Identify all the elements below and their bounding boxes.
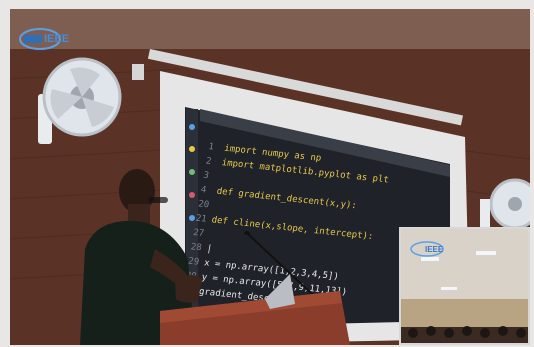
- editor-debug-icon: [189, 192, 195, 198]
- inset-light: [441, 287, 457, 290]
- editor-extensions-icon: [189, 215, 195, 221]
- inset-light: [421, 257, 439, 261]
- wall-switch: [132, 64, 144, 80]
- microphone-head: [244, 231, 250, 235]
- inset-audience-photo: IEEE: [401, 229, 528, 343]
- code-line-number: 27: [192, 228, 205, 239]
- code-line-number: 28: [190, 242, 203, 253]
- code-line-number: 21: [195, 214, 208, 225]
- editor-search-icon: [189, 146, 195, 152]
- code-line-number: 20: [197, 199, 210, 210]
- inset-light: [476, 251, 496, 255]
- editor-file-icon: [189, 124, 195, 130]
- upper-wall-light: [10, 9, 530, 49]
- logo-text: IEEE: [44, 33, 69, 45]
- code-line-number: 29: [187, 257, 200, 268]
- inset-logo-text: IEEE: [425, 245, 444, 254]
- editor-git-icon: [189, 169, 195, 175]
- photo-frame: 1 import numpy as np 2 import matplotlib.py…: [10, 9, 530, 345]
- inset-photo: IEEE: [399, 227, 530, 345]
